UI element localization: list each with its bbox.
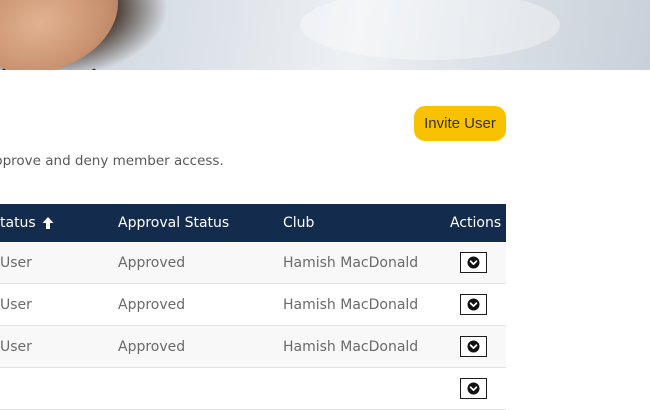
chevron-down-circle-icon xyxy=(467,256,480,269)
table-row: User Approved Hamish MacDonald xyxy=(0,242,506,284)
cell-status: User xyxy=(0,254,32,271)
chevron-down-circle-icon xyxy=(467,382,480,395)
row-actions-button[interactable] xyxy=(460,378,487,399)
members-table: tatus Approval Status Club Actions User … xyxy=(0,204,506,410)
column-header-actions: Actions xyxy=(450,215,502,231)
row-actions-button[interactable] xyxy=(460,336,487,357)
chevron-down-circle-icon xyxy=(467,298,480,311)
row-actions-button[interactable] xyxy=(460,294,487,315)
column-header-approval-status[interactable]: Approval Status xyxy=(118,204,229,242)
cell-club: Hamish MacDonald xyxy=(283,296,419,313)
arrow-up-icon xyxy=(42,217,54,229)
cell-status: User xyxy=(0,338,32,355)
cell-approval-status: Approved xyxy=(118,296,186,313)
column-header-club[interactable]: Club xyxy=(283,204,314,242)
table-row xyxy=(0,368,506,410)
chevron-down-circle-icon xyxy=(467,340,480,353)
column-header-status[interactable]: tatus xyxy=(0,204,54,242)
table-row: User Approved Hamish MacDonald xyxy=(0,326,506,368)
cell-approval-status: Approved xyxy=(118,254,186,271)
cell-approval-status: Approved xyxy=(118,338,186,355)
invite-user-button[interactable]: Invite User xyxy=(414,106,506,141)
cell-status: User xyxy=(0,296,32,313)
cell-club: Hamish MacDonald xyxy=(283,254,419,271)
page-description: pprove and deny member access. xyxy=(0,153,224,169)
table-row: User Approved Hamish MacDonald xyxy=(0,284,506,326)
row-actions-button[interactable] xyxy=(460,252,487,273)
table-header-row: tatus Approval Status Club Actions xyxy=(0,204,506,242)
column-header-status-label: tatus xyxy=(0,215,36,231)
cell-club: Hamish MacDonald xyxy=(283,338,419,355)
hero-banner-image xyxy=(0,0,650,70)
